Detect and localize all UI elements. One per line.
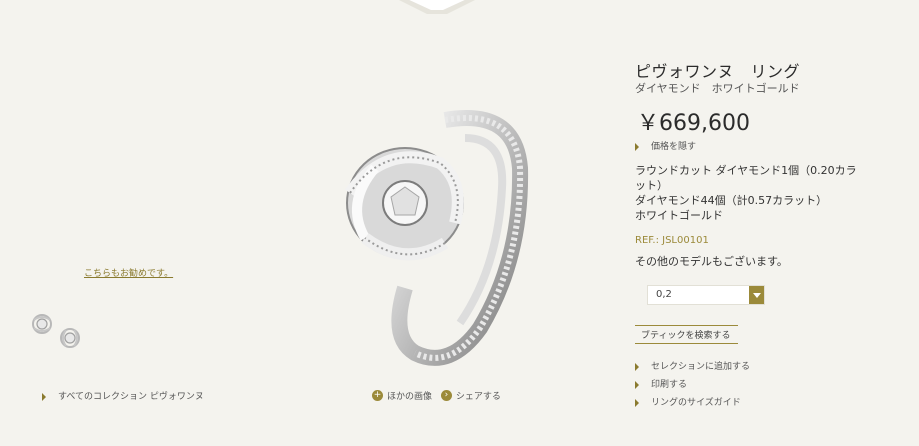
earring-thumbnail-1[interactable] — [30, 312, 54, 336]
plus-icon: + — [372, 390, 383, 401]
arrow-right-icon — [635, 398, 639, 407]
product-subtitle: ダイヤモンド ホワイトゴールド — [635, 82, 800, 95]
product-ref: REF.: JSL00101 — [635, 235, 709, 246]
product-title: ピヴォワンヌ リング — [635, 62, 801, 81]
arrow-right-icon — [635, 362, 639, 371]
description-line: ラウンドカット ダイヤモンド1個（0.20カラット） — [635, 164, 857, 192]
recommend-link[interactable]: こちらもお勧めです。 — [84, 266, 173, 279]
media-actions: + ほかの画像 › シェアする — [372, 389, 507, 402]
more-images-button[interactable]: + ほかの画像 — [372, 389, 432, 402]
print-link[interactable]: 印刷する — [635, 377, 750, 390]
all-collection-link[interactable]: すべてのコレクション ピヴォワンヌ — [42, 389, 204, 402]
find-boutique-button[interactable]: ブティックを検索する — [635, 325, 739, 344]
ring-product-image — [345, 110, 529, 366]
size-select[interactable]: 0,2 — [647, 285, 765, 305]
size-select-value: 0,2 — [656, 289, 672, 300]
share-button[interactable]: › シェアする — [440, 389, 501, 402]
product-links: セレクションに追加する 印刷する リングのサイズガイド — [635, 359, 750, 413]
other-models-text: その他のモデルもございます。 — [635, 255, 788, 268]
product-description: ラウンドカット ダイヤモンド1個（0.20カラット） ダイヤモンド44個（計0.… — [635, 163, 865, 223]
add-to-selection-link[interactable]: セレクションに追加する — [635, 359, 750, 372]
arrow-right-icon — [635, 380, 639, 389]
arrow-right-icon — [635, 142, 639, 151]
product-price: ￥669,600 — [637, 111, 750, 136]
top-notch-decoration — [399, 0, 475, 14]
ring-size-guide-link[interactable]: リングのサイズガイド — [635, 395, 750, 408]
description-line: ダイヤモンド44個（計0.57カラット） — [635, 194, 828, 207]
chevron-down-icon[interactable] — [749, 286, 764, 304]
description-line: ホワイトゴールド — [635, 209, 723, 222]
play-icon: › — [440, 390, 452, 401]
arrow-right-icon — [42, 392, 46, 401]
hide-price-link[interactable]: 価格を隠す — [635, 139, 696, 152]
earring-thumbnail-2[interactable] — [58, 326, 82, 350]
